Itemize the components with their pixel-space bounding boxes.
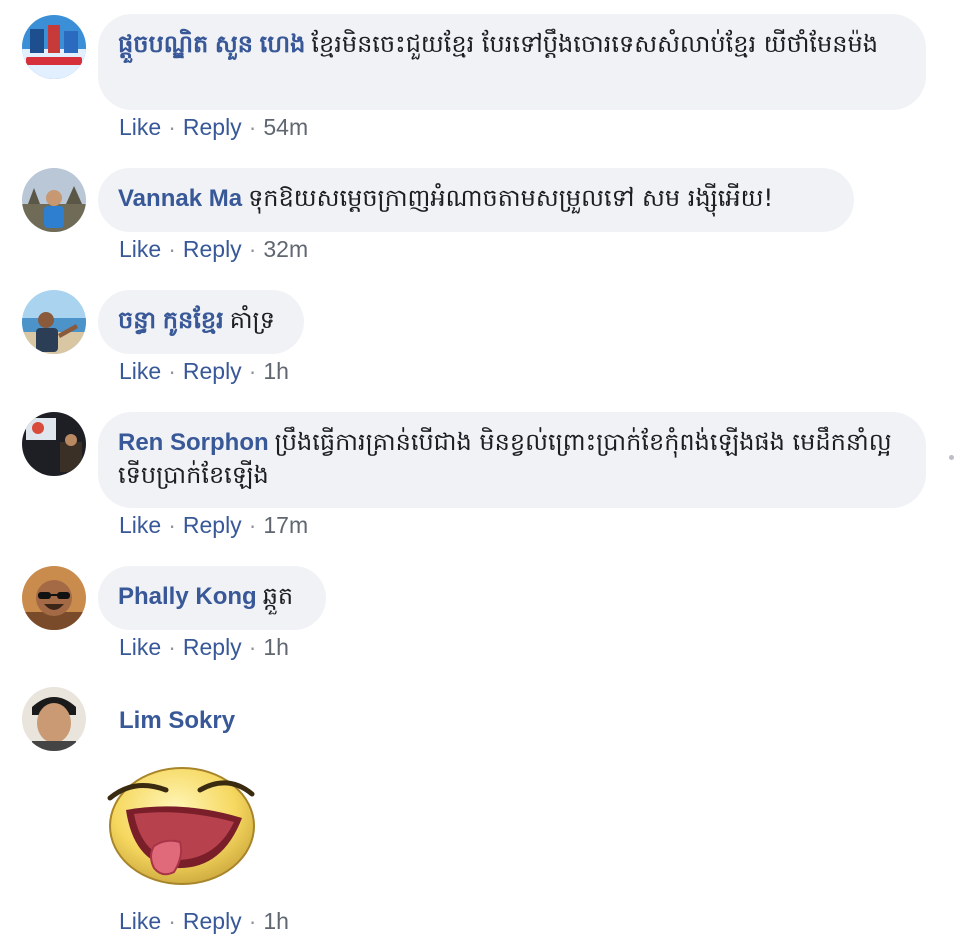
- separator: ·: [168, 634, 176, 660]
- avatar-image: [22, 15, 86, 79]
- comment-actions: Like · Reply · 54m: [119, 114, 308, 141]
- avatar-image: [22, 168, 86, 232]
- avatar[interactable]: [22, 412, 86, 476]
- reply-button[interactable]: Reply: [183, 114, 242, 140]
- comment-author[interactable]: Phally Kong: [118, 583, 257, 610]
- avatar[interactable]: [22, 290, 86, 354]
- comment-author[interactable]: Lim Sokry: [119, 707, 235, 734]
- like-button[interactable]: Like: [119, 236, 161, 262]
- comment-bubble: Ren Sorphon ប្រឹងធ្វើការគ្រាន់បើជាង មិនខ្…: [98, 412, 926, 508]
- laughing-sticker-icon: [104, 760, 256, 886]
- comment-bubble: Vannak Ma ទុកឱយសម្ដេចក្រាញអំណាចតាមសម្រួលទ…: [98, 168, 854, 232]
- comment-time[interactable]: 1h: [263, 634, 289, 660]
- comment-text: ទុកឱយសម្ដេចក្រាញអំណាចតាមសម្រួលទៅ សម រង្ស…: [248, 184, 774, 212]
- comment-time[interactable]: 32m: [263, 236, 308, 262]
- comment-author[interactable]: Ren Sorphon: [118, 429, 269, 456]
- avatar-image: [22, 412, 86, 476]
- separator: ·: [168, 114, 176, 140]
- avatar-image: [22, 566, 86, 630]
- comment-author[interactable]: Vannak Ma: [118, 185, 242, 212]
- comment-time[interactable]: 54m: [263, 114, 308, 140]
- avatar[interactable]: [22, 687, 86, 751]
- separator: ·: [248, 236, 257, 262]
- avatar[interactable]: [22, 566, 86, 630]
- comment-time[interactable]: 17m: [263, 512, 308, 538]
- reply-button[interactable]: Reply: [183, 358, 242, 384]
- separator: ·: [168, 236, 176, 262]
- comment-text: គាំទ្រ: [229, 306, 275, 334]
- comment-bubble: Phally Kong ឆ្កួត: [98, 566, 326, 630]
- like-button[interactable]: Like: [119, 634, 161, 660]
- like-button[interactable]: Like: [119, 358, 161, 384]
- like-button[interactable]: Like: [119, 512, 161, 538]
- reply-button[interactable]: Reply: [183, 908, 242, 934]
- comment-actions: Like · Reply · 1h: [119, 908, 289, 935]
- separator: ·: [248, 114, 257, 140]
- comment-time[interactable]: 1h: [263, 908, 289, 934]
- comment-actions: Like · Reply · 17m: [119, 512, 308, 539]
- comment-text: ឆ្កួត: [262, 582, 294, 610]
- comment-bubble: ចន្ធា កូនខ្មែរ គាំទ្រ: [98, 290, 304, 354]
- avatar[interactable]: [22, 168, 86, 232]
- comment-author-row: Lim Sokry: [119, 704, 241, 737]
- separator: ·: [168, 512, 176, 538]
- separator: ·: [248, 512, 257, 538]
- like-button[interactable]: Like: [119, 114, 161, 140]
- comment-actions: Like · Reply · 1h: [119, 358, 289, 385]
- comment-actions: Like · Reply · 1h: [119, 634, 289, 661]
- comment-text: ខ្មែរមិនចេះជួយខ្មែរ បែរទៅប្ដឹងចោរទេសសំលា…: [311, 30, 878, 58]
- separator: ·: [168, 908, 176, 934]
- like-button[interactable]: Like: [119, 908, 161, 934]
- reply-button[interactable]: Reply: [183, 236, 242, 262]
- avatar[interactable]: [22, 15, 86, 79]
- comment-author[interactable]: ផ្ដួចបណ្ឌិត សួន ហេង: [118, 31, 305, 58]
- comment-bubble: ផ្ដួចបណ្ឌិត សួន ហេង ខ្មែរមិនចេះជួយខ្មែរ ប…: [98, 14, 926, 110]
- more-options-icon[interactable]: [949, 455, 954, 460]
- reply-button[interactable]: Reply: [183, 512, 242, 538]
- avatar-image: [22, 687, 86, 751]
- separator: ·: [248, 908, 257, 934]
- avatar-image: [22, 290, 86, 354]
- separator: ·: [248, 634, 257, 660]
- separator: ·: [168, 358, 176, 384]
- comment-author[interactable]: ចន្ធា កូនខ្មែរ: [118, 307, 224, 334]
- separator: ·: [248, 358, 257, 384]
- comment-time[interactable]: 1h: [263, 358, 289, 384]
- reply-button[interactable]: Reply: [183, 634, 242, 660]
- comment-actions: Like · Reply · 32m: [119, 236, 308, 263]
